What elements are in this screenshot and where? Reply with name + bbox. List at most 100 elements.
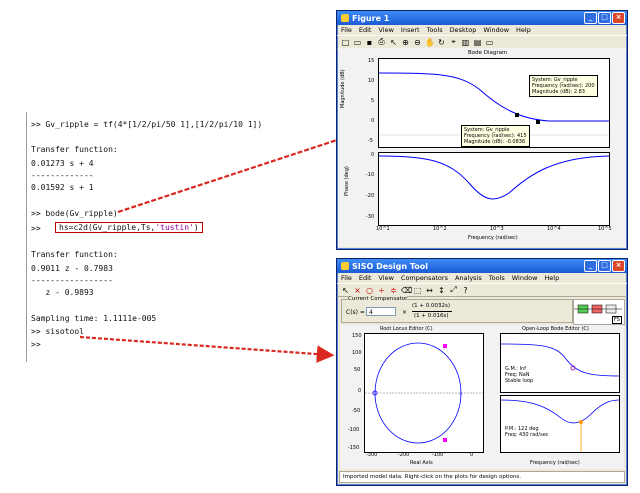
bode-mag-axes[interactable]: G.M.: Inf Freq: NaN Stable loop bbox=[500, 333, 620, 393]
figure1-window[interactable]: Figure 1 _ □ × File Edit View Insert Too… bbox=[336, 10, 628, 250]
add-complex-zero-icon[interactable]: ≑ bbox=[389, 286, 398, 295]
phase-ylabel: Phase (deg) bbox=[344, 166, 350, 196]
bode-phase-curve bbox=[500, 399, 620, 424]
add-complex-pole-icon[interactable]: ÷ bbox=[377, 286, 386, 295]
zoom-out-icon[interactable]: ⊖ bbox=[413, 38, 422, 47]
rl-ytick: 100 bbox=[352, 350, 362, 356]
rl-xtick: -300 bbox=[366, 452, 378, 458]
menu-window[interactable]: Window bbox=[512, 274, 538, 282]
arrow-sisotool bbox=[79, 335, 335, 363]
pointer-icon[interactable]: ↖ bbox=[389, 38, 398, 47]
phase-tick: 0 bbox=[371, 152, 375, 158]
bode-xlabel: Frequency (rad/sec) bbox=[530, 460, 580, 466]
save-icon[interactable]: ▪ bbox=[365, 38, 374, 47]
new-icon[interactable]: □ bbox=[341, 38, 350, 47]
maximize-button[interactable]: □ bbox=[598, 260, 611, 272]
arrow-bode bbox=[117, 130, 357, 214]
erase-icon[interactable]: ⌫ bbox=[401, 286, 412, 295]
phase-margin-marker bbox=[579, 420, 583, 424]
closed-loop-pole bbox=[443, 438, 447, 442]
cs-numerator: (1 + 0.0032s) bbox=[412, 303, 451, 309]
closed-loop-pole bbox=[443, 344, 447, 348]
add-zero-icon[interactable]: ○ bbox=[365, 286, 374, 295]
bode-phase-svg bbox=[500, 399, 620, 452]
plot-tools-icon[interactable]: ▭ bbox=[485, 38, 494, 47]
siso-plot-area: Root Locus Editor (C) × 150 100 50 0 -50… bbox=[340, 325, 624, 469]
gain-input[interactable]: 4 bbox=[366, 307, 396, 316]
window-title: Figure 1 bbox=[352, 13, 390, 23]
datatip-2[interactable]: System: Gv_ripple Frequency (rad/sec): 4… bbox=[461, 125, 530, 147]
rotate-icon[interactable]: ↻ bbox=[437, 38, 446, 47]
x-tick: 10^3 bbox=[490, 226, 504, 232]
menu-desktop[interactable]: Desktop bbox=[450, 26, 477, 34]
x-tick: 10^2 bbox=[433, 226, 447, 232]
figure1-plot-area: Bode Diagram System: Gv_ripple Frequency… bbox=[338, 48, 626, 247]
menu-view[interactable]: View bbox=[378, 26, 393, 34]
colorbar-icon[interactable]: ▥ bbox=[461, 38, 470, 47]
menu-compensators[interactable]: Compensators bbox=[401, 274, 448, 282]
siso-window[interactable]: SISO Design Tool _ □ × File Edit View Co… bbox=[336, 258, 628, 486]
fraction-bar bbox=[412, 311, 452, 312]
pole-marker: × bbox=[459, 391, 462, 396]
help-icon[interactable]: ? bbox=[461, 286, 470, 295]
minimize-button[interactable]: _ bbox=[584, 260, 597, 272]
zoom-xy-icon[interactable]: ⤢ bbox=[449, 285, 458, 295]
menu-help[interactable]: Help bbox=[544, 274, 559, 282]
datatip-marker-2 bbox=[536, 120, 540, 124]
menu-analysis[interactable]: Analysis bbox=[455, 274, 482, 282]
menu-insert[interactable]: Insert bbox=[401, 26, 420, 34]
phase-axes[interactable] bbox=[378, 152, 610, 226]
mag-ylabel: Magnitude (dB) bbox=[340, 69, 346, 108]
rl-ytick: 0 bbox=[358, 388, 362, 394]
phase-curve bbox=[378, 155, 610, 200]
cs-label: C(s) = bbox=[346, 309, 365, 316]
gain-margin-text: G.M.: Inf Freq: NaN Stable loop bbox=[505, 366, 534, 384]
datatip-marker-1 bbox=[515, 113, 519, 117]
siso-toolbar: ↖ × ○ ÷ ≑ ⌫ ⬚ ↔ ↕ ⤢ ? bbox=[337, 283, 627, 297]
add-pole-icon[interactable]: × bbox=[353, 286, 362, 295]
phase-tick: -20 bbox=[366, 193, 375, 199]
pan-icon[interactable]: ✋ bbox=[425, 38, 435, 47]
figure1-titlebar[interactable]: Figure 1 _ □ × bbox=[337, 11, 627, 25]
loop-structure-diagram[interactable]: FS bbox=[573, 299, 625, 325]
menu-file[interactable]: File bbox=[341, 274, 352, 282]
phase-tick: -10 bbox=[366, 172, 375, 178]
datatip-1[interactable]: System: Gv_ripple Frequency (rad/sec): 2… bbox=[529, 75, 598, 97]
root-locus-svg: × bbox=[365, 342, 483, 444]
close-button[interactable]: × bbox=[612, 260, 625, 272]
mag-tick: 10 bbox=[368, 78, 375, 84]
menu-tools[interactable]: Tools bbox=[427, 26, 443, 34]
rl-ytick: 150 bbox=[352, 333, 362, 339]
zoom-y-icon[interactable]: ↕ bbox=[437, 286, 446, 295]
bode-editor-title: Open-Loop Bode Editor (C) bbox=[522, 326, 589, 332]
menu-edit[interactable]: Edit bbox=[359, 274, 372, 282]
legend-icon[interactable]: ▤ bbox=[473, 38, 482, 47]
menu-view[interactable]: View bbox=[378, 274, 393, 282]
x-label: Frequency (rad/sec) bbox=[468, 235, 518, 241]
mag-tick: -5 bbox=[368, 138, 373, 144]
mag-tick: 5 bbox=[371, 98, 375, 104]
siso-titlebar[interactable]: SISO Design Tool _ □ × bbox=[337, 259, 627, 273]
pointer-icon[interactable]: ↖ bbox=[341, 286, 350, 295]
menu-window[interactable]: Window bbox=[483, 26, 509, 34]
fs-button[interactable]: FS bbox=[612, 316, 622, 324]
print-icon[interactable]: ⎙ bbox=[377, 37, 386, 47]
zoom-x-icon[interactable]: ↔ bbox=[425, 286, 434, 295]
zoom-in-icon[interactable]: ⊕ bbox=[401, 38, 410, 47]
root-locus-axes[interactable]: × bbox=[364, 333, 484, 453]
menu-edit[interactable]: Edit bbox=[359, 26, 372, 34]
pan-icon[interactable]: ⬚ bbox=[413, 286, 422, 295]
phase-margin-text: P.M.: 122 deg Freq: 430 rad/sec bbox=[505, 426, 549, 438]
maximize-button[interactable]: □ bbox=[598, 12, 611, 24]
close-button[interactable]: × bbox=[612, 12, 625, 24]
datatip-icon[interactable]: ⌖ bbox=[449, 37, 458, 47]
rl-xtick: -200 bbox=[398, 452, 410, 458]
magnitude-axes[interactable]: System: Gv_ripple Frequency (rad/sec): 2… bbox=[378, 58, 610, 148]
rl-xtick: 0 bbox=[470, 452, 474, 458]
menu-file[interactable]: File bbox=[341, 26, 352, 34]
minimize-button[interactable]: _ bbox=[584, 12, 597, 24]
open-icon[interactable]: ▭ bbox=[353, 38, 362, 47]
menu-tools[interactable]: Tools bbox=[489, 274, 505, 282]
menu-help[interactable]: Help bbox=[516, 26, 531, 34]
bode-phase-axes[interactable]: P.M.: 122 deg Freq: 430 rad/sec bbox=[500, 395, 620, 453]
